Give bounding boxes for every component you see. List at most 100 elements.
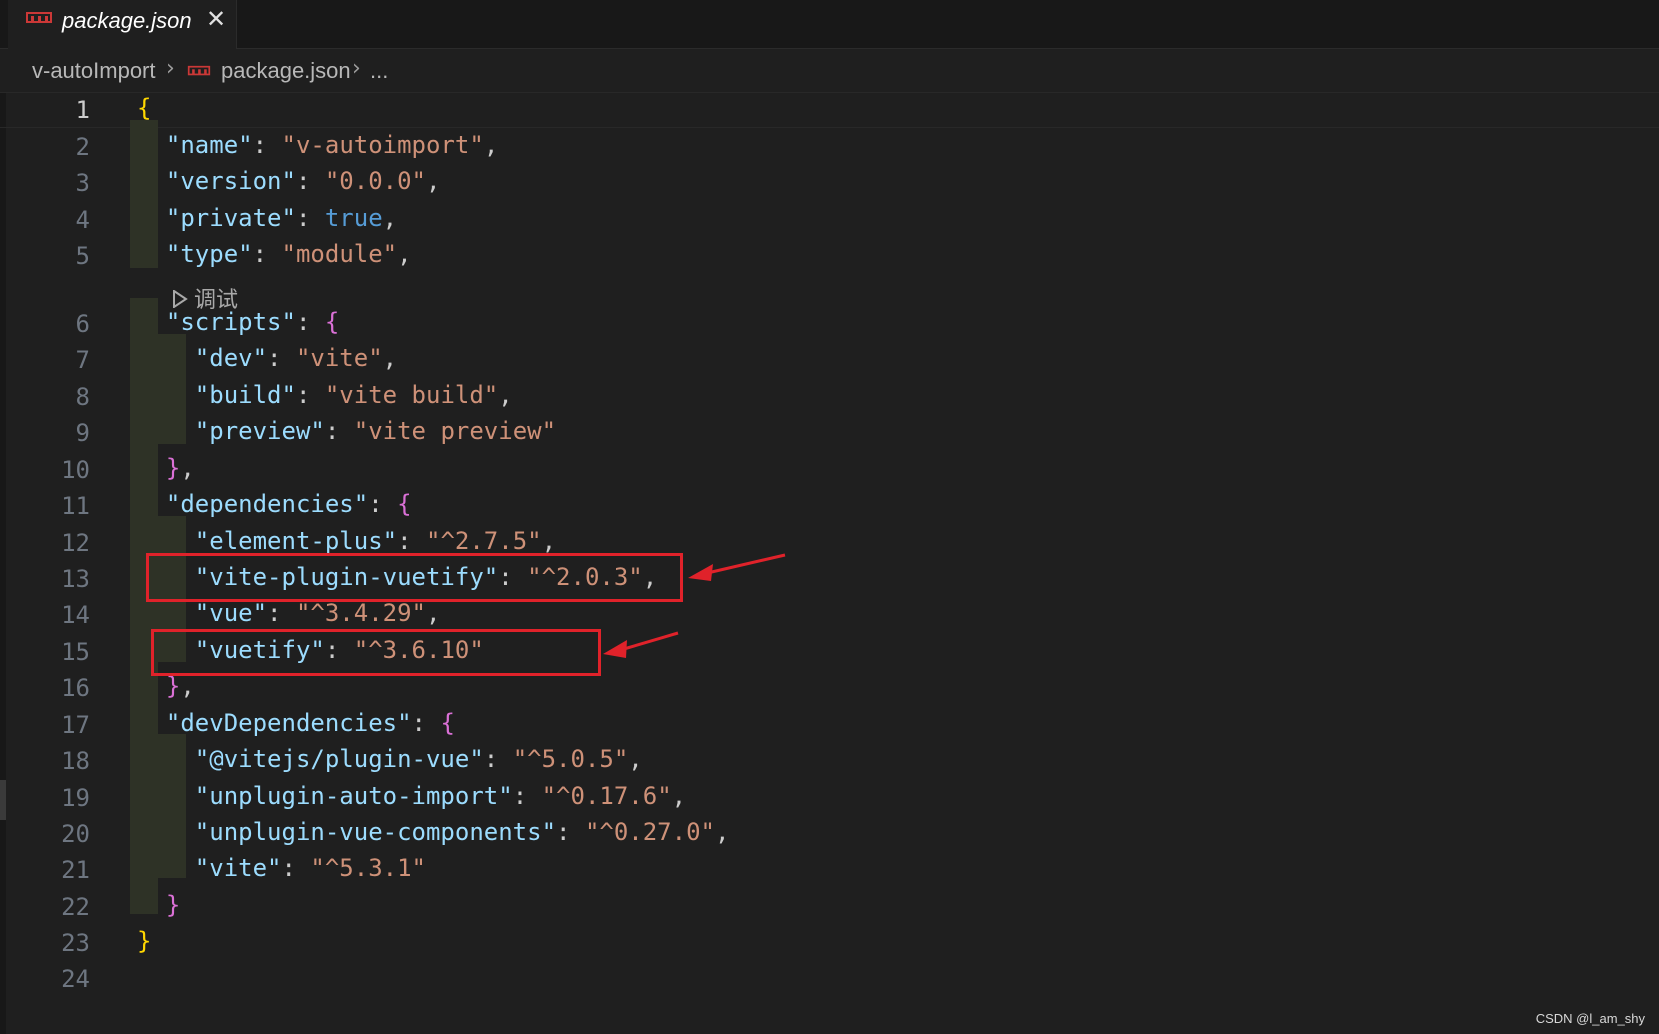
code-token: : [295, 381, 325, 409]
line-number: 10 [61, 456, 90, 484]
play-icon [172, 288, 188, 314]
code-line[interactable]: 19 "unplugin-auto-import": "^0.17.6", [0, 780, 1659, 818]
code-token: , [397, 240, 412, 268]
breadcrumb: v-autoImport › package.json › ... [0, 50, 1659, 92]
annotation-arrow [603, 631, 679, 658]
code-line[interactable]: 17 "devDependencies": { [0, 707, 1659, 745]
code-token: "vite preview" [353, 417, 557, 445]
code-text: } [137, 927, 151, 955]
codelens-debug[interactable]: 调试 [172, 282, 238, 314]
npm-icon [26, 10, 52, 29]
code-token: "name" [165, 131, 253, 159]
code-text: { [137, 94, 151, 122]
code-line[interactable]: 24 [0, 961, 1659, 999]
code-token: , [498, 381, 513, 409]
code-token: "^0.17.6" [541, 782, 672, 810]
annotation-highlight-box [151, 629, 601, 676]
code-line[interactable]: 3 "version": "0.0.0", [0, 165, 1659, 203]
code-token: "v-autoimport" [281, 131, 484, 159]
code-token: , [180, 454, 195, 482]
code-line[interactable]: 11 "dependencies": { [0, 488, 1659, 526]
code-token: : [483, 745, 513, 773]
tab-label: package.json [62, 8, 192, 33]
tab-package-json[interactable]: package.json ✕ [8, 0, 237, 49]
code-line[interactable]: 21 "vite": "^5.3.1" [0, 852, 1659, 890]
annotation-highlight-box [146, 553, 683, 602]
npm-icon [187, 62, 211, 81]
line-number: 6 [75, 310, 90, 338]
code-line[interactable]: 4 "private": true, [0, 202, 1659, 240]
code-token: : [295, 204, 325, 232]
code-line[interactable]: 9 "preview": "vite preview" [0, 415, 1659, 453]
breadcrumb-more[interactable]: ... [370, 58, 388, 84]
code-line[interactable]: 18 "@vitejs/plugin-vue": "^5.0.5", [0, 743, 1659, 781]
code-text: "unplugin-vue-components": "^0.27.0", [137, 818, 730, 846]
code-line[interactable]: 10 }, [0, 452, 1659, 490]
line-number: 24 [61, 965, 90, 993]
line-number: 11 [61, 492, 90, 520]
code-token: "^0.27.0" [584, 818, 715, 846]
code-token: : [252, 131, 282, 159]
code-token: "version" [165, 167, 296, 195]
code-text: "vue": "^3.4.29", [137, 599, 441, 627]
code-line[interactable]: 22 } [0, 889, 1659, 927]
code-token: "devDependencies" [165, 709, 412, 737]
code-line[interactable]: 7 "dev": "vite", [0, 342, 1659, 380]
code-text: "type": "module", [137, 240, 412, 268]
code-line[interactable]: 2 "name": "v-autoimport", [0, 129, 1659, 167]
code-token: , [426, 167, 441, 195]
code-line[interactable]: 23} [0, 925, 1659, 963]
close-icon[interactable]: ✕ [206, 7, 226, 31]
code-text: "name": "v-autoimport", [137, 131, 498, 159]
code-token: "dev" [194, 344, 268, 372]
line-number: 19 [61, 784, 90, 812]
line-number: 20 [61, 820, 90, 848]
code-line[interactable]: 6 "scripts": { [0, 306, 1659, 344]
breadcrumb-file[interactable]: package.json [221, 58, 351, 84]
line-number: 9 [75, 419, 90, 447]
code-text: "preview": "vite preview" [137, 417, 556, 445]
line-number: 2 [75, 133, 90, 161]
line-number: 21 [61, 856, 90, 884]
code-token: : [281, 854, 311, 882]
code-text: "scripts": { [137, 308, 339, 336]
code-token: "^3.4.29" [295, 599, 426, 627]
code-line[interactable]: 1{ [0, 92, 1659, 130]
code-token: } [165, 672, 181, 700]
breadcrumb-folder[interactable]: v-autoImport [32, 58, 156, 84]
code-token: , [426, 599, 441, 627]
code-token: : [512, 782, 542, 810]
line-number: 17 [61, 711, 90, 739]
chevron-right-icon: › [352, 56, 361, 81]
code-token: , [714, 818, 730, 846]
code-token: : [295, 167, 325, 195]
tab-bar: package.json ✕ [0, 0, 1659, 49]
code-line[interactable]: 8 "build": "vite build", [0, 379, 1659, 417]
code-line[interactable]: 5 "type": "module", [0, 238, 1659, 276]
code-text: }, [137, 454, 195, 482]
code-token: , [628, 745, 643, 773]
code-token: "vite build" [324, 381, 499, 409]
code-text: }, [137, 672, 195, 700]
line-number: 1 [75, 96, 90, 124]
code-text: "element-plus": "^2.7.5", [137, 527, 556, 555]
code-token: , [671, 782, 687, 810]
code-text: "dev": "vite", [137, 344, 397, 372]
code-token: } [165, 454, 181, 482]
code-token: , [180, 672, 195, 700]
code-token: "vite" [295, 344, 383, 372]
line-number: 13 [61, 565, 90, 593]
line-number: 18 [61, 747, 90, 775]
code-line[interactable]: 20 "unplugin-vue-components": "^0.27.0", [0, 816, 1659, 854]
code-token: : [295, 308, 325, 336]
code-token: "build" [194, 381, 296, 409]
line-number: 23 [61, 929, 90, 957]
